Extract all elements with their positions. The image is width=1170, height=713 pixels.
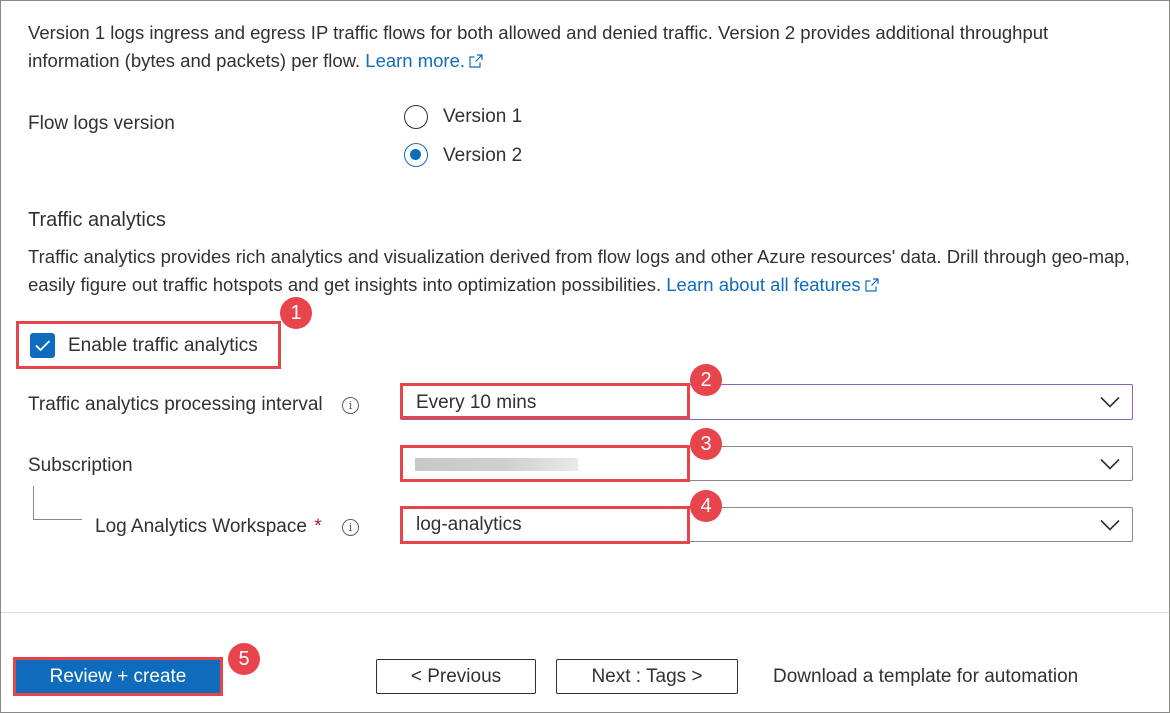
processing-interval-label: Traffic analytics processing interval — [28, 394, 323, 415]
checkmark-icon — [35, 340, 51, 352]
callout-badge-4: 4 — [690, 490, 722, 522]
chevron-down-icon — [1100, 519, 1120, 531]
flow-logs-description: Version 1 logs ingress and egress IP tra… — [28, 19, 1143, 75]
chevron-down-icon — [1100, 396, 1120, 408]
external-link-icon — [865, 278, 879, 292]
learn-more-link[interactable]: Learn more. — [365, 50, 483, 71]
radio-version-1-label: Version 1 — [443, 106, 523, 127]
download-template-link[interactable]: Download a template for automation — [773, 666, 1078, 688]
radio-version-2-label: Version 2 — [443, 145, 523, 166]
callout-box-interval — [400, 383, 690, 419]
next-tags-button[interactable]: Next : Tags > — [556, 659, 738, 694]
workspace-label-text: Log Analytics Workspace — [95, 516, 307, 537]
traffic-analytics-description-text: Traffic analytics provides rich analytic… — [28, 246, 1130, 295]
subscription-label: Subscription — [28, 455, 133, 476]
radio-circle[interactable] — [404, 105, 428, 129]
learn-features-link[interactable]: Learn about all features — [666, 274, 879, 295]
chevron-down-icon — [1100, 458, 1120, 470]
footer-divider — [1, 612, 1169, 613]
callout-badge-2: 2 — [690, 364, 722, 396]
callout-badge-1: 1 — [280, 297, 312, 329]
enable-traffic-analytics-label: Enable traffic analytics — [68, 335, 258, 356]
external-link-icon — [469, 54, 483, 68]
radio-version-1[interactable]: Version 1 — [404, 105, 544, 131]
traffic-analytics-title: Traffic analytics — [28, 209, 166, 231]
workspace-label: Log Analytics Workspace * — [95, 516, 322, 538]
flow-logs-description-text: Version 1 logs ingress and egress IP tra… — [28, 22, 1049, 71]
radio-version-2[interactable]: Version 2 — [404, 143, 544, 169]
previous-button[interactable]: < Previous — [376, 659, 536, 694]
required-marker: * — [314, 516, 322, 537]
tree-connector-horizontal — [33, 519, 82, 520]
tree-connector-vertical — [33, 486, 34, 519]
callout-box-workspace — [400, 506, 690, 544]
learn-features-link-label: Learn about all features — [666, 274, 861, 295]
learn-more-link-label: Learn more. — [365, 50, 466, 71]
callout-badge-3: 3 — [690, 428, 722, 460]
flow-logs-version-label: Flow logs version — [28, 113, 175, 134]
callout-box-subscription — [400, 445, 690, 482]
callout-badge-5: 5 — [228, 643, 260, 675]
checkbox-box[interactable] — [30, 333, 55, 358]
traffic-analytics-description: Traffic analytics provides rich analytic… — [28, 243, 1143, 299]
info-icon[interactable]: i — [342, 519, 359, 536]
info-icon[interactable]: i — [342, 397, 359, 414]
callout-box-review — [13, 657, 223, 696]
enable-traffic-analytics-checkbox[interactable]: Enable traffic analytics — [30, 333, 270, 361]
radio-circle-selected[interactable] — [404, 143, 428, 167]
